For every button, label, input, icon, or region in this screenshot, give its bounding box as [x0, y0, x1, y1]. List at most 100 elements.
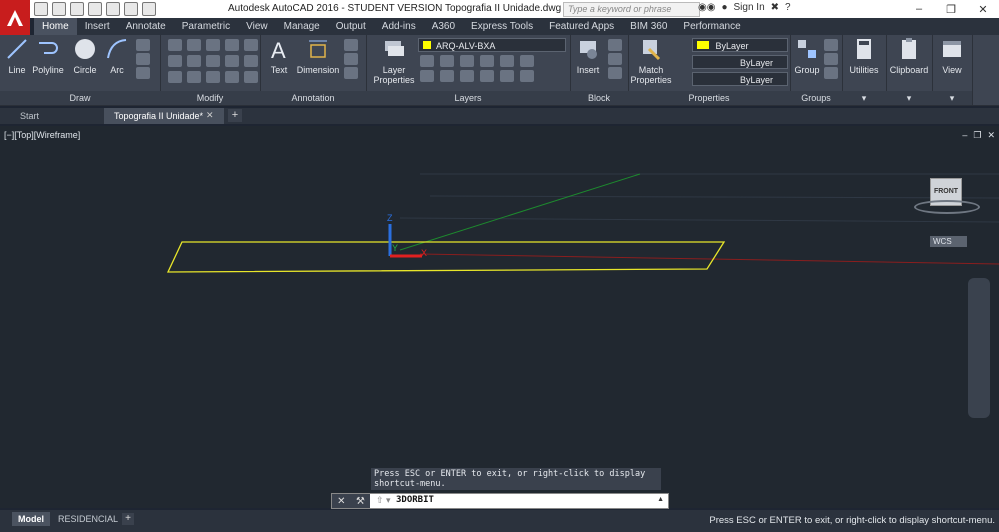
search-input[interactable]: Type a keyword or phrase	[563, 2, 700, 17]
ribbon-tab-output[interactable]: Output	[328, 18, 374, 35]
new-tab-button[interactable]: +	[228, 109, 242, 122]
group-button[interactable]: Group	[792, 37, 822, 75]
rectangle-icon[interactable]	[136, 39, 150, 51]
block-attribute-icon[interactable]	[608, 67, 622, 79]
layer-unisolate-icon[interactable]	[440, 70, 454, 82]
utilities-button[interactable]: Utilities	[844, 37, 884, 75]
ribbon-tab-annotate[interactable]: Annotate	[118, 18, 174, 35]
clipboard-panel-label[interactable]: ▾	[886, 91, 932, 105]
region-icon[interactable]	[136, 67, 150, 79]
layer-thaw-icon[interactable]	[460, 70, 474, 82]
offset-icon[interactable]	[225, 55, 239, 67]
ribbon-tab-view[interactable]: View	[238, 18, 276, 35]
linetype-dropdown[interactable]: ByLayer	[692, 55, 788, 69]
hatch-icon[interactable]	[136, 53, 150, 65]
ribbon-tab-add-ins[interactable]: Add-ins	[374, 18, 424, 35]
line-button[interactable]: Line	[4, 37, 30, 75]
view-panel-label[interactable]: ▾	[932, 91, 972, 105]
mirror-icon[interactable]	[187, 55, 201, 67]
join-icon[interactable]	[244, 55, 258, 67]
erase-icon[interactable]	[225, 39, 239, 51]
insert-button[interactable]: Insert	[574, 37, 602, 75]
new-icon[interactable]	[34, 2, 48, 16]
doc-tab-start[interactable]: Start	[10, 108, 112, 124]
sign-in-link[interactable]: Sign In	[734, 2, 765, 13]
explode-icon[interactable]	[244, 39, 258, 51]
dimension-button[interactable]: Dimension	[296, 37, 340, 75]
create-block-icon[interactable]	[608, 39, 622, 51]
annotation-panel-label[interactable]: Annotation	[260, 91, 366, 105]
layout-tab-residencial[interactable]: RESIDENCIAL	[52, 512, 124, 526]
scale-icon[interactable]	[187, 71, 201, 83]
print-icon[interactable]	[106, 2, 120, 16]
modify-panel-label[interactable]: Modify	[160, 91, 260, 105]
customize-command-icon[interactable]: ⚒	[356, 496, 365, 507]
layer-current-icon[interactable]	[520, 55, 534, 67]
linear-dim-icon[interactable]	[344, 39, 358, 51]
circle-button[interactable]: Circle	[70, 37, 100, 75]
arc-button[interactable]: Arc	[104, 37, 130, 75]
close-tab-icon[interactable]: ✕	[206, 110, 214, 121]
ribbon-tab-express-tools[interactable]: Express Tools	[463, 18, 541, 35]
layer-match-icon[interactable]	[500, 55, 514, 67]
array-icon[interactable]	[206, 71, 220, 83]
exchange-icon[interactable]: ✖	[771, 2, 779, 13]
rotate-icon[interactable]	[187, 39, 201, 51]
save-as-icon[interactable]	[88, 2, 102, 16]
ribbon-tab-manage[interactable]: Manage	[276, 18, 328, 35]
ungroup-icon[interactable]	[824, 39, 838, 51]
groups-panel-label[interactable]: Groups	[790, 91, 842, 105]
minimize-button[interactable]: –	[903, 0, 935, 18]
match-properties-button[interactable]: Match Properties	[630, 37, 672, 85]
ribbon-tab-insert[interactable]: Insert	[77, 18, 118, 35]
close-command-icon[interactable]: ✕	[337, 496, 345, 507]
group-select-icon[interactable]	[824, 67, 838, 79]
layer-isolate-icon[interactable]	[440, 55, 454, 67]
save-icon[interactable]	[70, 2, 84, 16]
command-line[interactable]: ✕ ⚒ ⇧ ▾ 3DORBIT ▲	[331, 493, 669, 509]
layer-walk-icon[interactable]	[520, 70, 534, 82]
color-dropdown[interactable]: ByLayer	[692, 38, 788, 52]
layer-lock-icon[interactable]	[480, 55, 494, 67]
viewcube-compass[interactable]	[914, 200, 980, 214]
undo-icon[interactable]	[124, 2, 138, 16]
leader-icon[interactable]	[344, 53, 358, 65]
binoculars-icon[interactable]: ◉◉	[698, 2, 715, 13]
ribbon-tab-parametric[interactable]: Parametric	[174, 18, 238, 35]
application-menu-button[interactable]	[0, 0, 30, 36]
block-panel-label[interactable]: Block	[570, 91, 628, 105]
ribbon-tab-bim-360[interactable]: BIM 360	[622, 18, 675, 35]
add-layout-button[interactable]: +	[122, 513, 134, 525]
restore-button[interactable]: ❐	[935, 0, 967, 18]
utilities-panel-label[interactable]: ▾	[842, 91, 886, 105]
open-icon[interactable]	[52, 2, 66, 16]
copy-icon[interactable]	[168, 55, 182, 67]
properties-panel-label[interactable]: Properties	[628, 91, 790, 105]
ribbon-tab-performance[interactable]: Performance	[675, 18, 748, 35]
layer-freeze-icon[interactable]	[460, 55, 474, 67]
break-icon[interactable]	[225, 71, 239, 83]
stretch-icon[interactable]	[168, 71, 182, 83]
fillet-icon[interactable]	[206, 55, 220, 67]
layer-dropdown[interactable]: ARQ-ALV-BXA	[418, 38, 566, 52]
ribbon-tab-featured-apps[interactable]: Featured Apps	[541, 18, 622, 35]
clipboard-button[interactable]: Clipboard	[888, 37, 930, 75]
redo-icon[interactable]	[142, 2, 156, 16]
layer-properties-button[interactable]: Layer Properties	[372, 37, 416, 85]
close-button[interactable]: ✕	[967, 0, 999, 18]
ribbon-tab-home[interactable]: Home	[34, 18, 77, 35]
navigation-bar[interactable]	[968, 278, 990, 418]
edit-block-icon[interactable]	[608, 53, 622, 65]
drawing-viewport[interactable]: [−][Top][Wireframe] – ❐ ✕ Z Y X FRONT WC…	[0, 126, 999, 508]
text-button[interactable]: A Text	[266, 37, 292, 75]
command-history-toggle-icon[interactable]: ▲	[657, 496, 664, 503]
help-icon[interactable]: ?	[785, 2, 791, 13]
table-icon[interactable]	[344, 67, 358, 79]
layout-tab-model[interactable]: Model	[12, 512, 50, 526]
draw-panel-label[interactable]: Draw	[0, 91, 160, 105]
layer-unlock-icon[interactable]	[480, 70, 494, 82]
layer-off-icon[interactable]	[420, 55, 434, 67]
group-edit-icon[interactable]	[824, 53, 838, 65]
layers-panel-label[interactable]: Layers	[366, 91, 570, 105]
chamfer-icon[interactable]	[244, 71, 258, 83]
